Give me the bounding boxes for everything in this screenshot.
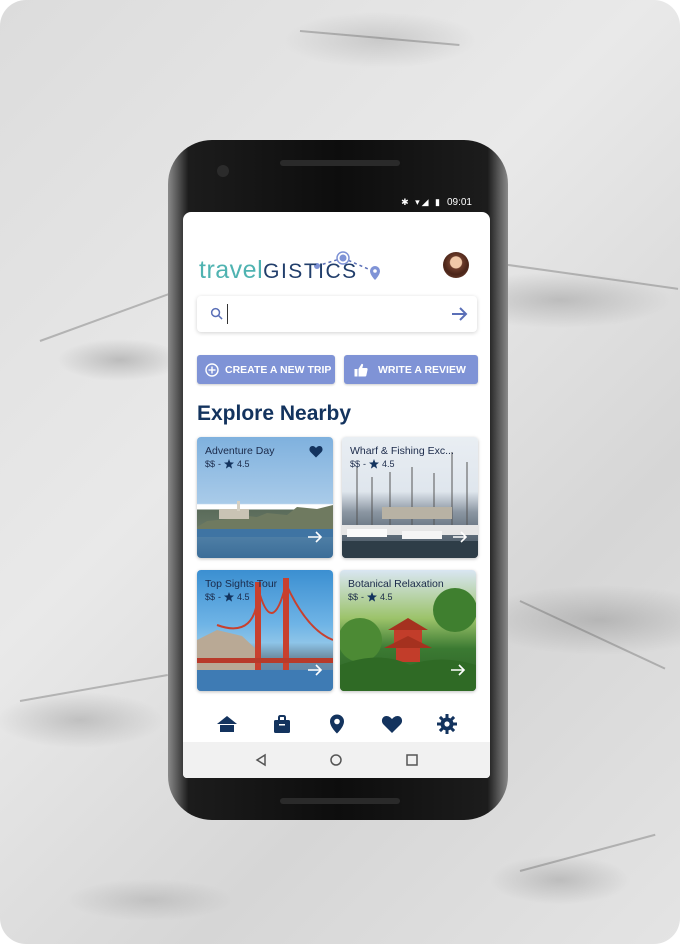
- card-title: Adventure Day: [205, 445, 275, 457]
- arrow-right-icon[interactable]: [449, 304, 469, 324]
- back-icon[interactable]: [254, 753, 268, 767]
- bag-icon[interactable]: [271, 713, 293, 735]
- card-botanical-relaxation[interactable]: Botanical Relaxation $$ - 4.5: [340, 570, 476, 691]
- avatar[interactable]: [443, 252, 469, 278]
- app-logo: travelGISTICS: [199, 242, 389, 284]
- arrow-right-icon[interactable]: [307, 530, 323, 544]
- section-title: Explore Nearby: [197, 402, 352, 425]
- thumbs-up-icon: [354, 363, 368, 376]
- home-icon[interactable]: [216, 713, 238, 735]
- recents-icon[interactable]: [405, 753, 419, 767]
- card-meta: $$ - 4.5: [205, 592, 250, 602]
- earpiece: [280, 160, 400, 166]
- location-pin-icon[interactable]: [326, 713, 348, 735]
- gear-icon[interactable]: [436, 713, 458, 735]
- write-review-button[interactable]: WRITE A REVIEW: [344, 355, 478, 384]
- search-icon: [210, 307, 223, 320]
- card-title: Botanical Relaxation: [348, 578, 444, 590]
- card-meta: $$ - 4.5: [350, 459, 395, 469]
- card-wharf-fishing[interactable]: Wharf & Fishing Exc... $$ - 4.5: [342, 437, 478, 558]
- bottom-nav: [183, 706, 490, 742]
- star-icon: [367, 592, 378, 602]
- card-meta: $$ - 4.5: [205, 459, 250, 469]
- card-top-sights[interactable]: Top Sights Tour $$ - 4.5: [197, 570, 333, 691]
- logo-wordmark: travelGISTICS: [199, 256, 358, 284]
- status-bar: ✱ ▾◢ ▮ 09:01: [183, 194, 490, 212]
- heart-icon[interactable]: [381, 713, 403, 735]
- card-adventure-day[interactable]: Adventure Day $$ - 4.5: [197, 437, 333, 558]
- system-nav-bar: [183, 742, 490, 778]
- heart-filled-icon[interactable]: [309, 445, 323, 458]
- home-circle-icon[interactable]: [329, 753, 343, 767]
- write-review-label: WRITE A REVIEW: [378, 363, 466, 376]
- star-icon: [369, 459, 380, 469]
- star-icon: [224, 592, 235, 602]
- arrow-right-icon[interactable]: [452, 530, 468, 544]
- search-input[interactable]: [227, 304, 437, 324]
- search-bar: [197, 296, 477, 332]
- star-icon: [224, 459, 235, 469]
- card-meta: $$ - 4.5: [348, 592, 393, 602]
- arrow-right-icon[interactable]: [307, 663, 323, 677]
- card-title: Wharf & Fishing Exc...: [350, 445, 454, 457]
- bottom-speaker: [280, 798, 400, 804]
- status-time: 09:01: [446, 197, 472, 208]
- status-icons: ✱ ▾◢ ▮: [401, 197, 442, 207]
- create-trip-label: CREATE A NEW TRIP: [225, 363, 332, 376]
- front-camera: [217, 165, 229, 177]
- arrow-right-icon[interactable]: [450, 663, 466, 677]
- plus-circle-icon: [205, 362, 219, 377]
- app-screen: travelGISTICS CREATE A NEW TRIP WRITE A …: [183, 212, 490, 778]
- create-trip-button[interactable]: CREATE A NEW TRIP: [197, 355, 335, 384]
- card-title: Top Sights Tour: [205, 578, 278, 590]
